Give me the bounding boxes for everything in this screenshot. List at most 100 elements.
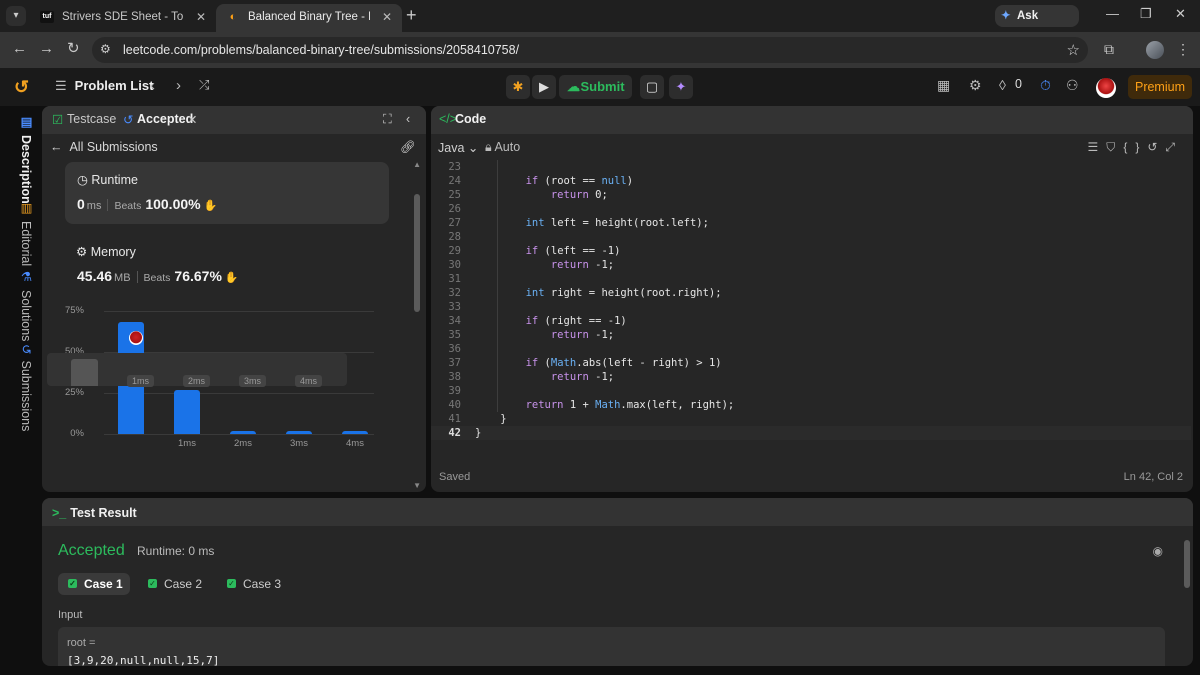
code-line[interactable]: 42} (431, 426, 1191, 440)
code-line[interactable]: 23 (431, 160, 1191, 174)
next-problem-icon[interactable]: › (176, 77, 181, 94)
runtime-card[interactable]: ◷ Runtime 0 ms Beats 100.00% ✋ (65, 162, 389, 224)
tab-accepted[interactable]: Accepted (137, 112, 193, 126)
problem-list-link[interactable]: ☰ Problem List (55, 78, 153, 94)
chart-bar[interactable] (342, 431, 368, 434)
line-number: 26 (448, 203, 461, 215)
lock-icon: 🔒︎ (485, 140, 492, 154)
submit-button[interactable]: ☁ Submit (559, 75, 632, 99)
result-scrollbar[interactable] (1184, 540, 1190, 588)
code-line[interactable]: 40 return 1 + Math.max(left, right); (431, 398, 1191, 412)
code-line[interactable]: 41 } (431, 412, 1191, 426)
run-icon[interactable]: ▶ (532, 75, 556, 99)
braces-icon[interactable]: {} (1123, 140, 1147, 154)
collapse-panel-icon[interactable]: ‹ (406, 112, 410, 126)
line-number: 34 (448, 315, 461, 327)
code-line[interactable]: 36 (431, 342, 1191, 356)
code-line[interactable]: 30 return -1; (431, 258, 1191, 272)
format-icon[interactable]: ☰ (1088, 140, 1107, 154)
close-tab-icon[interactable]: ✕ (196, 4, 206, 30)
memory-metric: 45.46 MB Beats 76.67% ✋ (77, 268, 239, 284)
forward-arrow-icon[interactable]: → (39, 41, 54, 57)
tab-case-3[interactable]: ✓ Case 3 (217, 573, 291, 595)
notes-icon[interactable]: ▢ (640, 75, 664, 99)
code-line[interactable]: 35 return -1; (431, 328, 1191, 342)
ask-gemini-button[interactable]: ✦ Ask Gemini (995, 5, 1079, 44)
site-info-icon[interactable]: ⚙ (100, 42, 111, 56)
url-field[interactable]: ⚙ leetcode.com/problems/balanced-binary-… (92, 37, 1088, 63)
new-tab-button[interactable]: + (406, 4, 417, 26)
chart-bar[interactable] (286, 431, 312, 434)
eye-icon[interactable]: ◉ (1153, 544, 1163, 558)
tab-editorial[interactable]: ▥ Editorial (8, 200, 34, 266)
prev-problem-icon[interactable]: ‹ (150, 77, 155, 94)
bookmark-star-icon[interactable]: ☆ (1067, 41, 1080, 59)
code-line[interactable]: 28 (431, 230, 1191, 244)
scroll-down-icon[interactable]: ▼ (413, 481, 421, 490)
reload-icon[interactable]: ↻ (67, 41, 80, 57)
close-accepted-tab-icon[interactable]: ✕ (187, 112, 197, 127)
range-handle[interactable] (71, 359, 98, 386)
code-line[interactable]: 27 int left = height(root.left); (431, 216, 1191, 230)
ai-sparkle-icon[interactable]: ✦ (669, 75, 693, 99)
url-text: leetcode.com/problems/balanced-binary-tr… (123, 43, 520, 57)
panel-scrollbar[interactable] (414, 194, 420, 312)
code-line[interactable]: 25 return 0; (431, 188, 1191, 202)
your-submission-avatar (129, 331, 143, 345)
back-arrow-icon[interactable]: ← (12, 41, 27, 57)
beats-label: Beats (143, 272, 171, 284)
scroll-up-icon[interactable]: ▲ (413, 160, 421, 169)
debug-icon[interactable]: ✱ (506, 75, 530, 99)
share-link-icon[interactable]: 🔗︎ (400, 140, 416, 155)
add-friend-icon[interactable]: ⚇ (1066, 77, 1079, 94)
code-line[interactable]: 34 if (right == -1) (431, 314, 1191, 328)
tab-description[interactable]: ▤ Description (8, 114, 34, 204)
settings-gear-icon[interactable]: ⚙ (969, 77, 982, 94)
expand-icon[interactable]: ⤢ (1165, 140, 1183, 154)
close-tab-icon[interactable]: ✕ (382, 4, 392, 30)
layout-icon[interactable]: ▦ (937, 77, 950, 94)
premium-button[interactable]: Premium (1128, 75, 1192, 99)
browser-profile-avatar[interactable] (1146, 41, 1164, 59)
tab-testcase[interactable]: Testcase (67, 112, 116, 126)
browser-tab-leetcode[interactable]: ◐ Balanced Binary Tree - LeetCode ✕ (216, 4, 402, 32)
timer-icon[interactable]: ⏱ (1040, 77, 1051, 94)
code-panel: </> Code Java ⌄ 🔒︎ Auto ☰⛉{}↺⤢ 23 24 if (… (431, 106, 1193, 492)
browser-menu-icon[interactable]: ⋮ (1176, 41, 1190, 58)
all-submissions-link[interactable]: ← All Submissions (50, 140, 158, 154)
tab-case-2[interactable]: ✓ Case 2 (138, 573, 212, 595)
code-line[interactable]: 37 if (Math.abs(left - right) > 1) (431, 356, 1191, 370)
reset-icon[interactable]: ↺ (1147, 140, 1165, 154)
extensions-icon[interactable]: ⧉ (1104, 41, 1114, 58)
language-select[interactable]: Java ⌄ (438, 140, 478, 155)
chart-bar[interactable] (230, 431, 256, 434)
code-line[interactable]: 31 (431, 272, 1191, 286)
code-line[interactable]: 39 (431, 384, 1191, 398)
fire-icon[interactable]: ◊ (999, 77, 1006, 93)
code-line[interactable]: 24 if (root == null) (431, 174, 1191, 188)
bookmark-icon[interactable]: ⛉ (1106, 140, 1123, 154)
chart-range-selector[interactable]: 1ms 2ms 3ms 4ms (47, 353, 347, 387)
fullscreen-icon[interactable]: ⛶ (383, 112, 392, 127)
line-text: int left = height(root.left); (525, 217, 709, 229)
case-label: Case 3 (243, 577, 282, 591)
code-line[interactable]: 29 if (left == -1) (431, 244, 1191, 258)
tab-solutions[interactable]: ⚗ Solutions (8, 269, 34, 341)
code-line[interactable]: 38 return -1; (431, 370, 1191, 384)
code-line[interactable]: 26 (431, 202, 1191, 216)
user-avatar[interactable] (1096, 78, 1116, 98)
maximize-icon[interactable]: ❐ (1140, 6, 1152, 22)
leetcode-logo-icon[interactable]: ↺ (14, 77, 32, 97)
tab-submissions[interactable]: ↺ Submissions (8, 344, 34, 431)
shuffle-icon[interactable]: ⤮ (199, 77, 209, 93)
auto-mode[interactable]: 🔒︎ Auto (485, 140, 520, 155)
minimize-icon[interactable]: — (1106, 6, 1119, 21)
tab-case-1[interactable]: ✓ Case 1 (58, 573, 130, 595)
tab-search-button[interactable]: ▾ (6, 6, 26, 26)
code-line[interactable]: 32 int right = height(root.right); (431, 286, 1191, 300)
close-window-icon[interactable]: ✕ (1175, 6, 1186, 22)
chart-bar[interactable] (174, 389, 200, 434)
browser-tab-strivers[interactable]: tuf Strivers SDE Sheet - Top Coding ✕ (30, 4, 216, 32)
code-editor[interactable]: 23 24 if (root == null) 25 return 0; 26 27 i… (431, 158, 1193, 458)
code-line[interactable]: 33 (431, 300, 1191, 314)
